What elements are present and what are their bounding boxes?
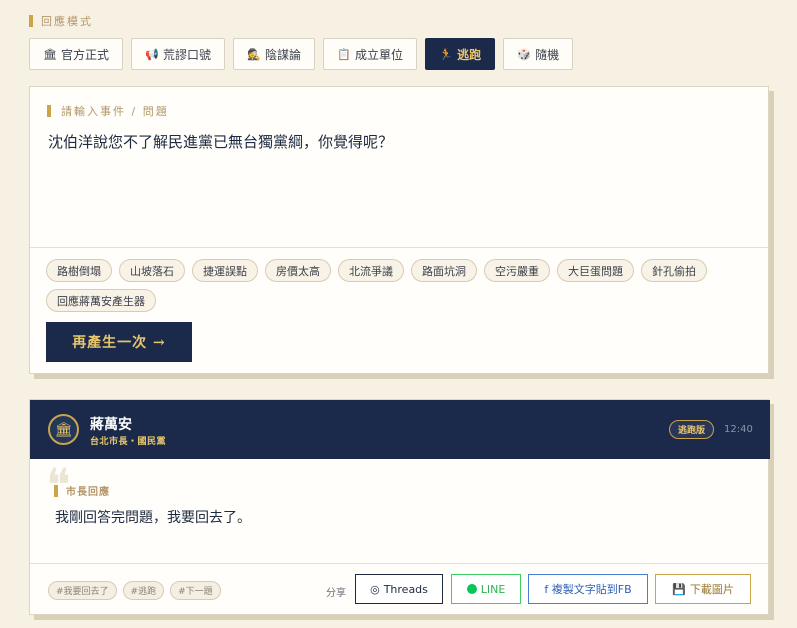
speaker-role: 台北市長・國民黨 bbox=[90, 437, 167, 447]
mode-section-label: 回應模式 bbox=[29, 13, 93, 29]
suggestion-chip[interactable]: 山坡落石 bbox=[119, 259, 185, 282]
label-bar-mark bbox=[54, 484, 58, 497]
suggestion-chip[interactable]: 空污嚴重 bbox=[484, 259, 550, 282]
suggestion-chip[interactable]: 大巨蛋問題 bbox=[557, 259, 634, 282]
hashtag: #我要回去了 bbox=[48, 581, 117, 600]
threads-icon: ◎ bbox=[370, 582, 380, 596]
input-label-text: 請輸入事件 / 問題 bbox=[61, 105, 169, 118]
suggestion-chip[interactable]: 路面坑洞 bbox=[411, 259, 477, 282]
label-bar-mark bbox=[47, 105, 51, 117]
share-button-label: Threads bbox=[383, 582, 428, 596]
suggestion-chip[interactable]: 回應蔣萬安產生器 bbox=[46, 289, 156, 312]
detective-icon: 🕵 bbox=[247, 47, 261, 61]
hashtag-list: #我要回去了 #逃跑 #下一題 bbox=[48, 581, 221, 600]
mode-button-escape[interactable]: 🏃 逃跑 bbox=[425, 38, 496, 70]
mode-button-label: 荒謬口號 bbox=[163, 47, 212, 62]
share-label: 分享 bbox=[326, 588, 346, 599]
running-icon: 🏃 bbox=[439, 47, 453, 61]
copy-to-facebook-button[interactable]: f 複製文字貼到FB bbox=[528, 574, 648, 604]
avatar: 🏛 bbox=[48, 414, 79, 445]
divider bbox=[30, 247, 768, 248]
mode-selector: 🏛 官方正式 📢 荒謬口號 🕵 陰謀論 📋 成立單位 🏃 逃跑 🎲 隨機 bbox=[29, 38, 574, 70]
share-threads-button[interactable]: ◎ Threads bbox=[355, 574, 443, 604]
mode-button-label: 逃跑 bbox=[457, 47, 482, 62]
response-header: 🏛 蔣萬安 台北市長・國民黨 逃跑版 12:40 bbox=[30, 400, 770, 459]
response-label: 市長回應 bbox=[54, 483, 110, 498]
share-button-label: f 複製文字貼到FB bbox=[544, 583, 632, 596]
speaker-name: 蔣萬安 bbox=[90, 417, 132, 433]
suggestion-chip[interactable]: 北流爭議 bbox=[338, 259, 404, 282]
hashtag: #下一題 bbox=[170, 581, 221, 600]
megaphone-icon: 📢 bbox=[145, 47, 159, 61]
suggestion-chip[interactable]: 路樹倒塌 bbox=[46, 259, 112, 282]
response-card: 🏛 蔣萬安 台北市長・國民黨 逃跑版 12:40 ❝ 市長回應 我剛回答完問題，… bbox=[29, 399, 770, 615]
response-label-text: 市長回應 bbox=[66, 487, 110, 498]
input-card: 請輸入事件 / 問題 沈伯洋說您不了解民進黨已無台獨黨綱，你覺得呢？ 路樹倒塌 … bbox=[29, 86, 769, 374]
suggestion-chip[interactable]: 針孔偷拍 bbox=[641, 259, 707, 282]
floppy-disk-icon: 💾 bbox=[672, 582, 686, 596]
mode-button-official[interactable]: 🏛 官方正式 bbox=[29, 38, 124, 70]
label-bar-mark bbox=[29, 15, 33, 27]
divider bbox=[30, 563, 768, 564]
mode-button-label: 隨機 bbox=[535, 47, 560, 62]
share-button-label: LINE bbox=[480, 582, 506, 596]
hashtag: #逃跑 bbox=[122, 581, 165, 600]
mode-section-title: 回應模式 bbox=[41, 15, 93, 28]
mode-button-label: 官方正式 bbox=[61, 47, 110, 62]
mode-button-slogan[interactable]: 📢 荒謬口號 bbox=[131, 38, 226, 70]
line-icon bbox=[466, 584, 477, 594]
share-button-label: 下載圖片 bbox=[689, 583, 734, 596]
mode-button-conspiracy[interactable]: 🕵 陰謀論 bbox=[233, 38, 316, 70]
suggestion-chips: 路樹倒塌 山坡落石 捷運誤點 房價太高 北流爭議 路面坑洞 空污嚴重 大巨蛋問題… bbox=[46, 259, 746, 312]
dice-icon: 🎲 bbox=[517, 47, 531, 61]
regenerate-button[interactable]: 再產生一次 → bbox=[46, 322, 192, 362]
mode-button-committee[interactable]: 📋 成立單位 bbox=[323, 38, 418, 70]
suggestion-chip[interactable]: 房價太高 bbox=[265, 259, 331, 282]
input-label: 請輸入事件 / 問題 bbox=[47, 103, 169, 119]
share-line-button[interactable]: LINE bbox=[451, 574, 521, 604]
suggestion-chip[interactable]: 捷運誤點 bbox=[192, 259, 258, 282]
timestamp: 12:40 bbox=[724, 424, 753, 435]
city-hall-icon: 🏛 bbox=[54, 421, 73, 438]
download-image-button[interactable]: 💾 下載圖片 bbox=[655, 574, 751, 604]
mode-badge: 逃跑版 bbox=[669, 420, 715, 439]
question-input[interactable]: 沈伯洋說您不了解民進黨已無台獨黨綱，你覺得呢？ bbox=[48, 131, 748, 153]
clipboard-icon: 📋 bbox=[337, 47, 351, 61]
mode-button-random[interactable]: 🎲 隨機 bbox=[503, 38, 574, 70]
bank-icon: 🏛 bbox=[43, 47, 57, 61]
mode-button-label: 陰謀論 bbox=[265, 47, 302, 62]
mode-button-label: 成立單位 bbox=[355, 47, 404, 62]
response-text: 我剛回答完問題，我要回去了。 bbox=[55, 510, 251, 526]
